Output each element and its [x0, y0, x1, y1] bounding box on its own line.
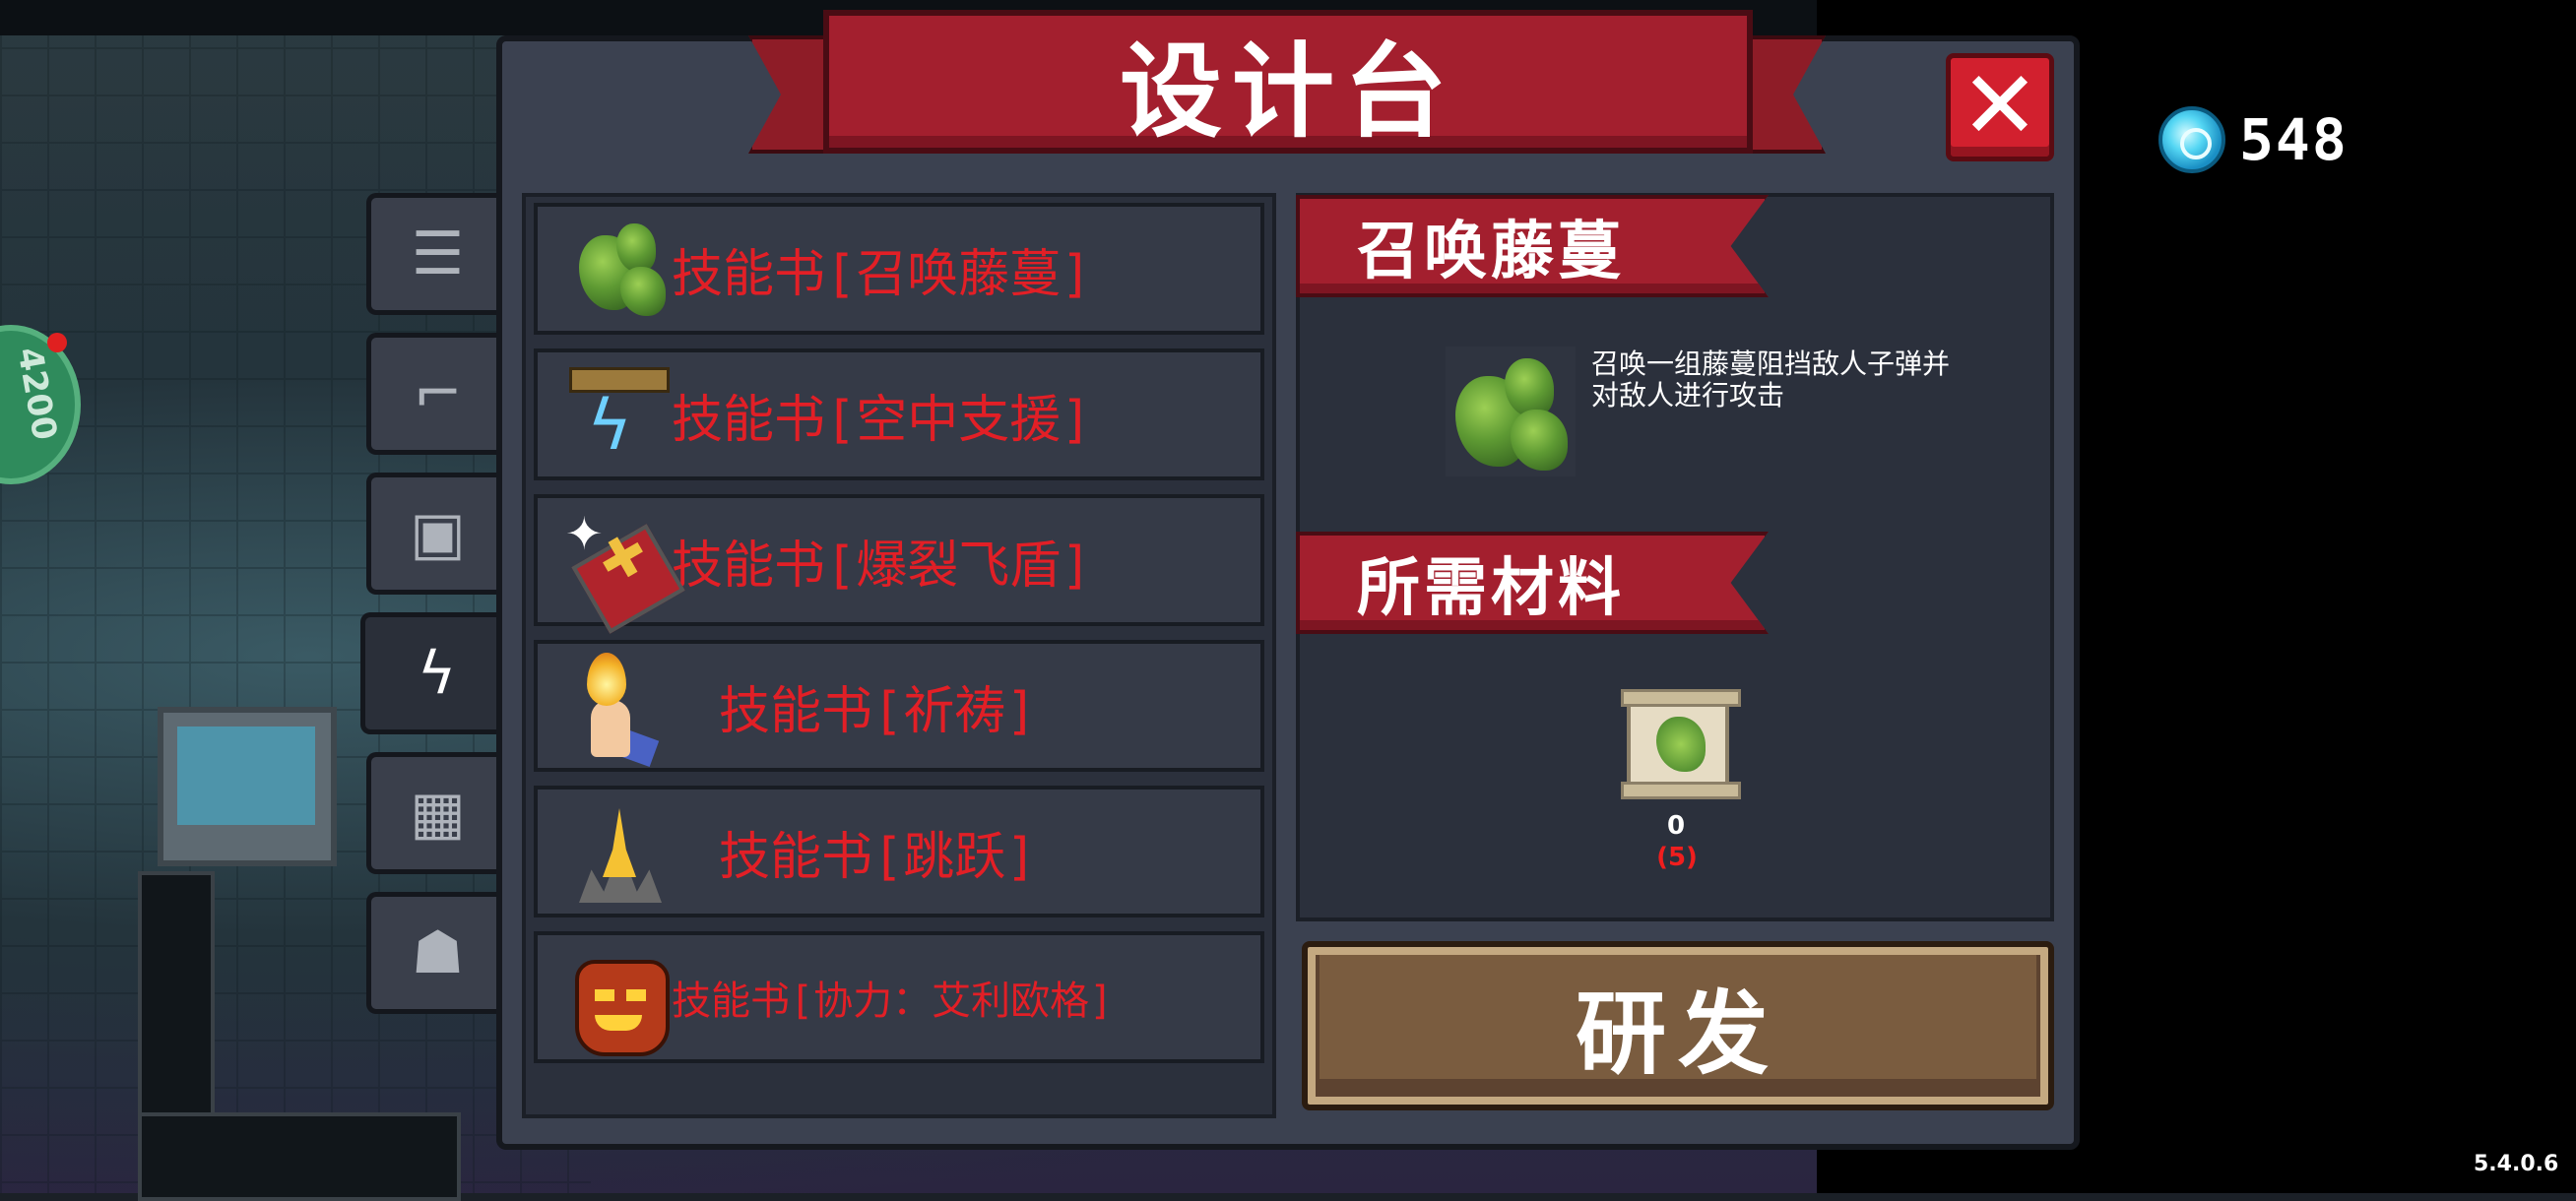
notification-dot	[47, 333, 67, 352]
list-item-label: 技能书[协力：艾利欧格]	[672, 979, 1114, 1024]
tab-parts[interactable]: ▦	[366, 752, 504, 874]
lightning-icon: ϟ	[417, 639, 457, 708]
tab-weapons[interactable]: ⌐	[366, 333, 504, 455]
materials-banner: 所需材料	[1296, 532, 1769, 634]
tab-all[interactable]: ☰	[366, 193, 504, 315]
materials-title: 所需材料	[1357, 552, 1625, 625]
tab-armor[interactable]: ▣	[366, 473, 504, 595]
detail-title: 召唤藤蔓	[1357, 216, 1625, 288]
page-title: 设计台	[1119, 31, 1456, 152]
close-button[interactable]: ✕	[1946, 53, 2054, 161]
list-item-air-support[interactable]: ϟ 技能书[空中支援]	[534, 348, 1264, 480]
research-button-label: 研发	[1575, 980, 1780, 1087]
material-owned-count: 0	[1666, 811, 1686, 841]
list-item-coop-eliog[interactable]: 技能书[协力：艾利欧格]	[534, 931, 1264, 1063]
close-icon: ✕	[1960, 50, 2040, 160]
gun-icon: ⌐	[413, 359, 463, 428]
list-item-label: 技能书[召唤藤蔓]	[672, 244, 1092, 304]
gem-counter: 548	[2158, 106, 2349, 173]
tab-pets[interactable]: ☗	[366, 892, 504, 1014]
vine-scroll-icon	[1621, 689, 1741, 799]
version-label: 5.4.0.6	[2474, 1152, 2559, 1176]
armor-icon: ▣	[410, 499, 466, 568]
research-button[interactable]: 研发	[1302, 941, 2054, 1110]
flying-shield-icon: ✚ ✦	[565, 507, 685, 634]
pet-icon: ☗	[411, 918, 465, 987]
gem-icon	[2158, 106, 2225, 173]
list-item-label: 技能书[爆裂飞盾]	[672, 536, 1092, 596]
list-item-label: 技能书[跳跃]	[719, 827, 1037, 887]
computer-monitor	[158, 707, 337, 866]
material-required-count: (5)	[1656, 843, 1698, 872]
mask-icon	[565, 944, 672, 1056]
list-item-summon-vine[interactable]: 技能书[召唤藤蔓]	[534, 203, 1264, 335]
vine-icon	[565, 216, 672, 322]
list-item-flying-shield[interactable]: ✚ ✦ 技能书[爆裂飞盾]	[534, 494, 1264, 634]
tab-skills[interactable]: ϟ	[360, 612, 508, 734]
gem-count: 548	[2239, 106, 2349, 173]
list-item-label: 技能书[空中支援]	[672, 390, 1092, 450]
parts-icon: ▦	[410, 779, 466, 848]
vine-icon	[1446, 347, 1576, 476]
desk-base	[138, 1112, 461, 1201]
title-banner: 设计台	[823, 10, 1753, 154]
detail-title-banner: 召唤藤蔓	[1296, 195, 1769, 297]
jump-icon	[565, 798, 672, 905]
list-item-label: 技能书[祈祷]	[719, 681, 1037, 741]
list-icon: ☰	[411, 220, 465, 288]
pray-icon	[565, 653, 672, 768]
list-item-jump[interactable]: 技能书[跳跃]	[534, 786, 1264, 917]
skill-description: 召唤一组藤蔓阻挡敌人子弹并对敌人进行攻击	[1591, 348, 1951, 411]
air-support-icon: ϟ	[565, 361, 672, 468]
list-item-pray[interactable]: 技能书[祈祷]	[534, 640, 1264, 772]
